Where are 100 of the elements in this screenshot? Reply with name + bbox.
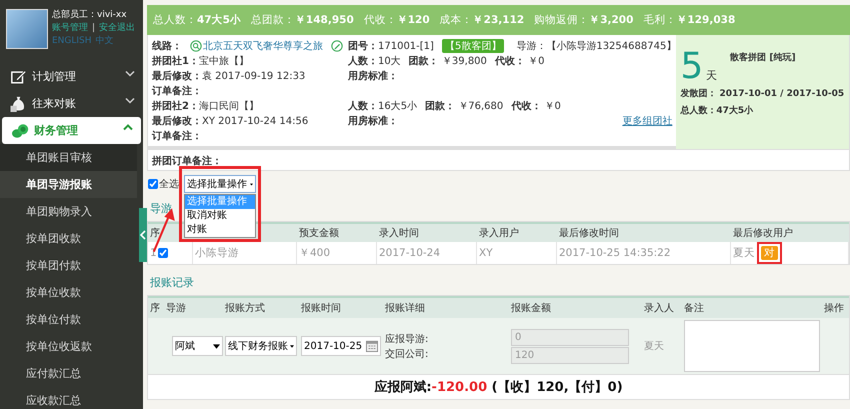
submenu-item[interactable]: 单团账目审核 bbox=[0, 144, 137, 171]
column-header: 录入用户 bbox=[479, 226, 519, 240]
submenu-item[interactable]: 按单位收返款 bbox=[0, 333, 137, 360]
avatar-placeholder bbox=[6, 9, 48, 49]
summary-stat: 购物返佣：￥3,200 bbox=[534, 13, 634, 27]
column-header: 导游 bbox=[165, 302, 187, 316]
agency-info: 拼团社1：宝中旅【】 bbox=[152, 54, 249, 68]
money-bag-icon bbox=[10, 96, 27, 112]
day-count: 5 bbox=[680, 51, 704, 83]
tour-type: 散客拼团 [纯玩] bbox=[730, 51, 796, 64]
column-header: 报账时间 bbox=[300, 302, 342, 316]
section-title: 报账记录 bbox=[150, 275, 194, 291]
submenu-item[interactable]: 按单位收款 bbox=[0, 279, 137, 306]
batch-action-select[interactable]: 选择批量操作 bbox=[184, 175, 256, 193]
column-header: 最后修改时间 bbox=[559, 226, 619, 240]
column-header: 序 bbox=[149, 302, 161, 316]
column-header: 报账方式 bbox=[224, 302, 266, 316]
menu-item[interactable]: 计划管理 bbox=[0, 63, 143, 90]
table-cell: 2017-10-24 bbox=[379, 247, 440, 259]
column-header: 操作 bbox=[823, 302, 845, 316]
collect-amount: 代收： ￥0 bbox=[511, 100, 561, 112]
total-people: 总人数：47大5小 bbox=[680, 104, 754, 117]
field-label: 用房标准： bbox=[348, 69, 398, 82]
table-cell: 2017-10-25 14:35:22 bbox=[559, 247, 671, 259]
dropdown-option[interactable]: 取消对账 bbox=[185, 209, 255, 223]
submenu-item[interactable]: 单团导游报账 bbox=[0, 171, 137, 198]
agency-info: 拼团社2：海口民间【】 bbox=[152, 100, 259, 112]
user-name: 总部员工：vivi-xx bbox=[52, 9, 128, 22]
submenu-item[interactable]: 按单团付款 bbox=[0, 252, 137, 279]
detail-label: 应报导游: bbox=[385, 332, 428, 346]
last-modified: 最后修改：袁 2017-09-19 12:33 bbox=[152, 70, 306, 82]
group-fee: 团款： ￥39,800 bbox=[408, 54, 487, 68]
field-label: 用房标准： bbox=[348, 114, 398, 128]
submenu-item[interactable]: 单团购物录入 bbox=[0, 198, 137, 225]
account-link[interactable]: 账号管理 bbox=[52, 22, 88, 35]
column-header: 预支金额 bbox=[299, 226, 339, 240]
guide-select[interactable]: 阿斌 bbox=[172, 336, 223, 356]
date-field[interactable]: 2017-10-25 bbox=[301, 336, 381, 356]
table-cell: 夏天 bbox=[733, 246, 755, 260]
submenu-item[interactable]: 按单团收款 bbox=[0, 225, 137, 252]
amount-field: 120 bbox=[511, 346, 629, 364]
summary-stat: 总人数：47大5小 bbox=[153, 13, 241, 27]
submenu-item[interactable]: 应付款汇总 bbox=[0, 360, 137, 387]
detail-label: 交回公司: bbox=[385, 348, 428, 360]
column-header: 备注 bbox=[683, 302, 705, 316]
summary-stat: 代收：￥120 bbox=[364, 13, 430, 27]
chevron-down-icon bbox=[125, 70, 135, 77]
guide-info: 导游：【小陈导游13254688745】 bbox=[516, 40, 676, 52]
summary-stat: 成本：￥23,112 bbox=[440, 13, 524, 27]
tour-type-badge: 【5散客团】 bbox=[442, 38, 504, 52]
table-cell: XY bbox=[479, 247, 493, 259]
chevron-down-icon bbox=[125, 97, 135, 104]
group-number: 团号：171001-[1] bbox=[348, 40, 434, 52]
summary-stat: 总团款：￥148,950 bbox=[250, 13, 354, 27]
field-label: 拼团订单备注： bbox=[152, 156, 222, 167]
row-checkbox[interactable] bbox=[158, 248, 168, 258]
link-separator: | bbox=[92, 22, 96, 35]
column-header: 录入人 bbox=[643, 302, 675, 316]
dropdown-option[interactable]: 对账 bbox=[185, 223, 255, 237]
chevron-up-icon bbox=[123, 124, 133, 131]
column-header: 最后修改用户 bbox=[733, 226, 793, 240]
chevron-left-icon bbox=[140, 230, 146, 240]
day-unit: 天 bbox=[706, 68, 718, 83]
reconciled-badge: 对 bbox=[761, 246, 778, 260]
last-modified: 最后修改：XY 2017-10-24 14:56 bbox=[152, 114, 308, 128]
checkbox-label: 全选 bbox=[159, 178, 179, 191]
people-count: 人数：16大5小 bbox=[348, 100, 418, 112]
amount-field: 0 bbox=[511, 328, 629, 346]
summary-stat: 毛利：￥129,038 bbox=[643, 13, 736, 27]
table-cell: ￥400 bbox=[299, 246, 330, 260]
caret-icon bbox=[290, 344, 294, 348]
submenu-item[interactable]: 按单位付款 bbox=[0, 306, 137, 333]
field-label: 订单备注： bbox=[152, 84, 202, 98]
balance-summary: 应报阿斌:-120.00 (【收】120,【付】0) bbox=[374, 378, 623, 396]
tour-dates: 发散团： 2017-10-01 / 2017-10-05 bbox=[680, 88, 846, 100]
table-cell: 小陈导游 bbox=[195, 246, 239, 260]
search-icon[interactable] bbox=[190, 40, 202, 52]
column-header: 报账金额 bbox=[510, 302, 552, 316]
field-label: 订单备注： bbox=[152, 129, 202, 142]
column-header: 报账详细 bbox=[384, 302, 426, 316]
people-count: 人数：10大 bbox=[348, 54, 401, 68]
calendar-icon bbox=[366, 340, 378, 352]
account-link[interactable]: 安全退出 bbox=[99, 22, 136, 35]
collapse-tab[interactable] bbox=[139, 208, 147, 262]
edit-icon bbox=[10, 68, 27, 84]
caret-icon bbox=[213, 344, 220, 348]
group-fee: 团款： ￥76,680 bbox=[425, 100, 504, 112]
menu-item[interactable]: 往来对账 bbox=[0, 90, 143, 117]
submenu-item[interactable]: 应收款汇总 bbox=[0, 387, 137, 409]
route-link[interactable]: 北京五天双飞奢华尊享之旅 bbox=[203, 38, 323, 52]
method-select[interactable]: 线下财务报账 bbox=[225, 336, 297, 356]
menu-item[interactable]: 财务管理 bbox=[2, 117, 141, 144]
column-header: 序 bbox=[150, 226, 160, 240]
field-label: 线路： bbox=[152, 40, 182, 52]
more-agencies-link[interactable]: 更多组团社 bbox=[622, 114, 672, 128]
column-header: 录入时间 bbox=[379, 226, 419, 240]
select-all-checkbox[interactable] bbox=[148, 179, 158, 189]
edit-icon[interactable] bbox=[331, 40, 343, 52]
collect-amount: 代收： ￥0 bbox=[494, 54, 544, 68]
table-cell-text: 夏天 bbox=[644, 340, 664, 353]
